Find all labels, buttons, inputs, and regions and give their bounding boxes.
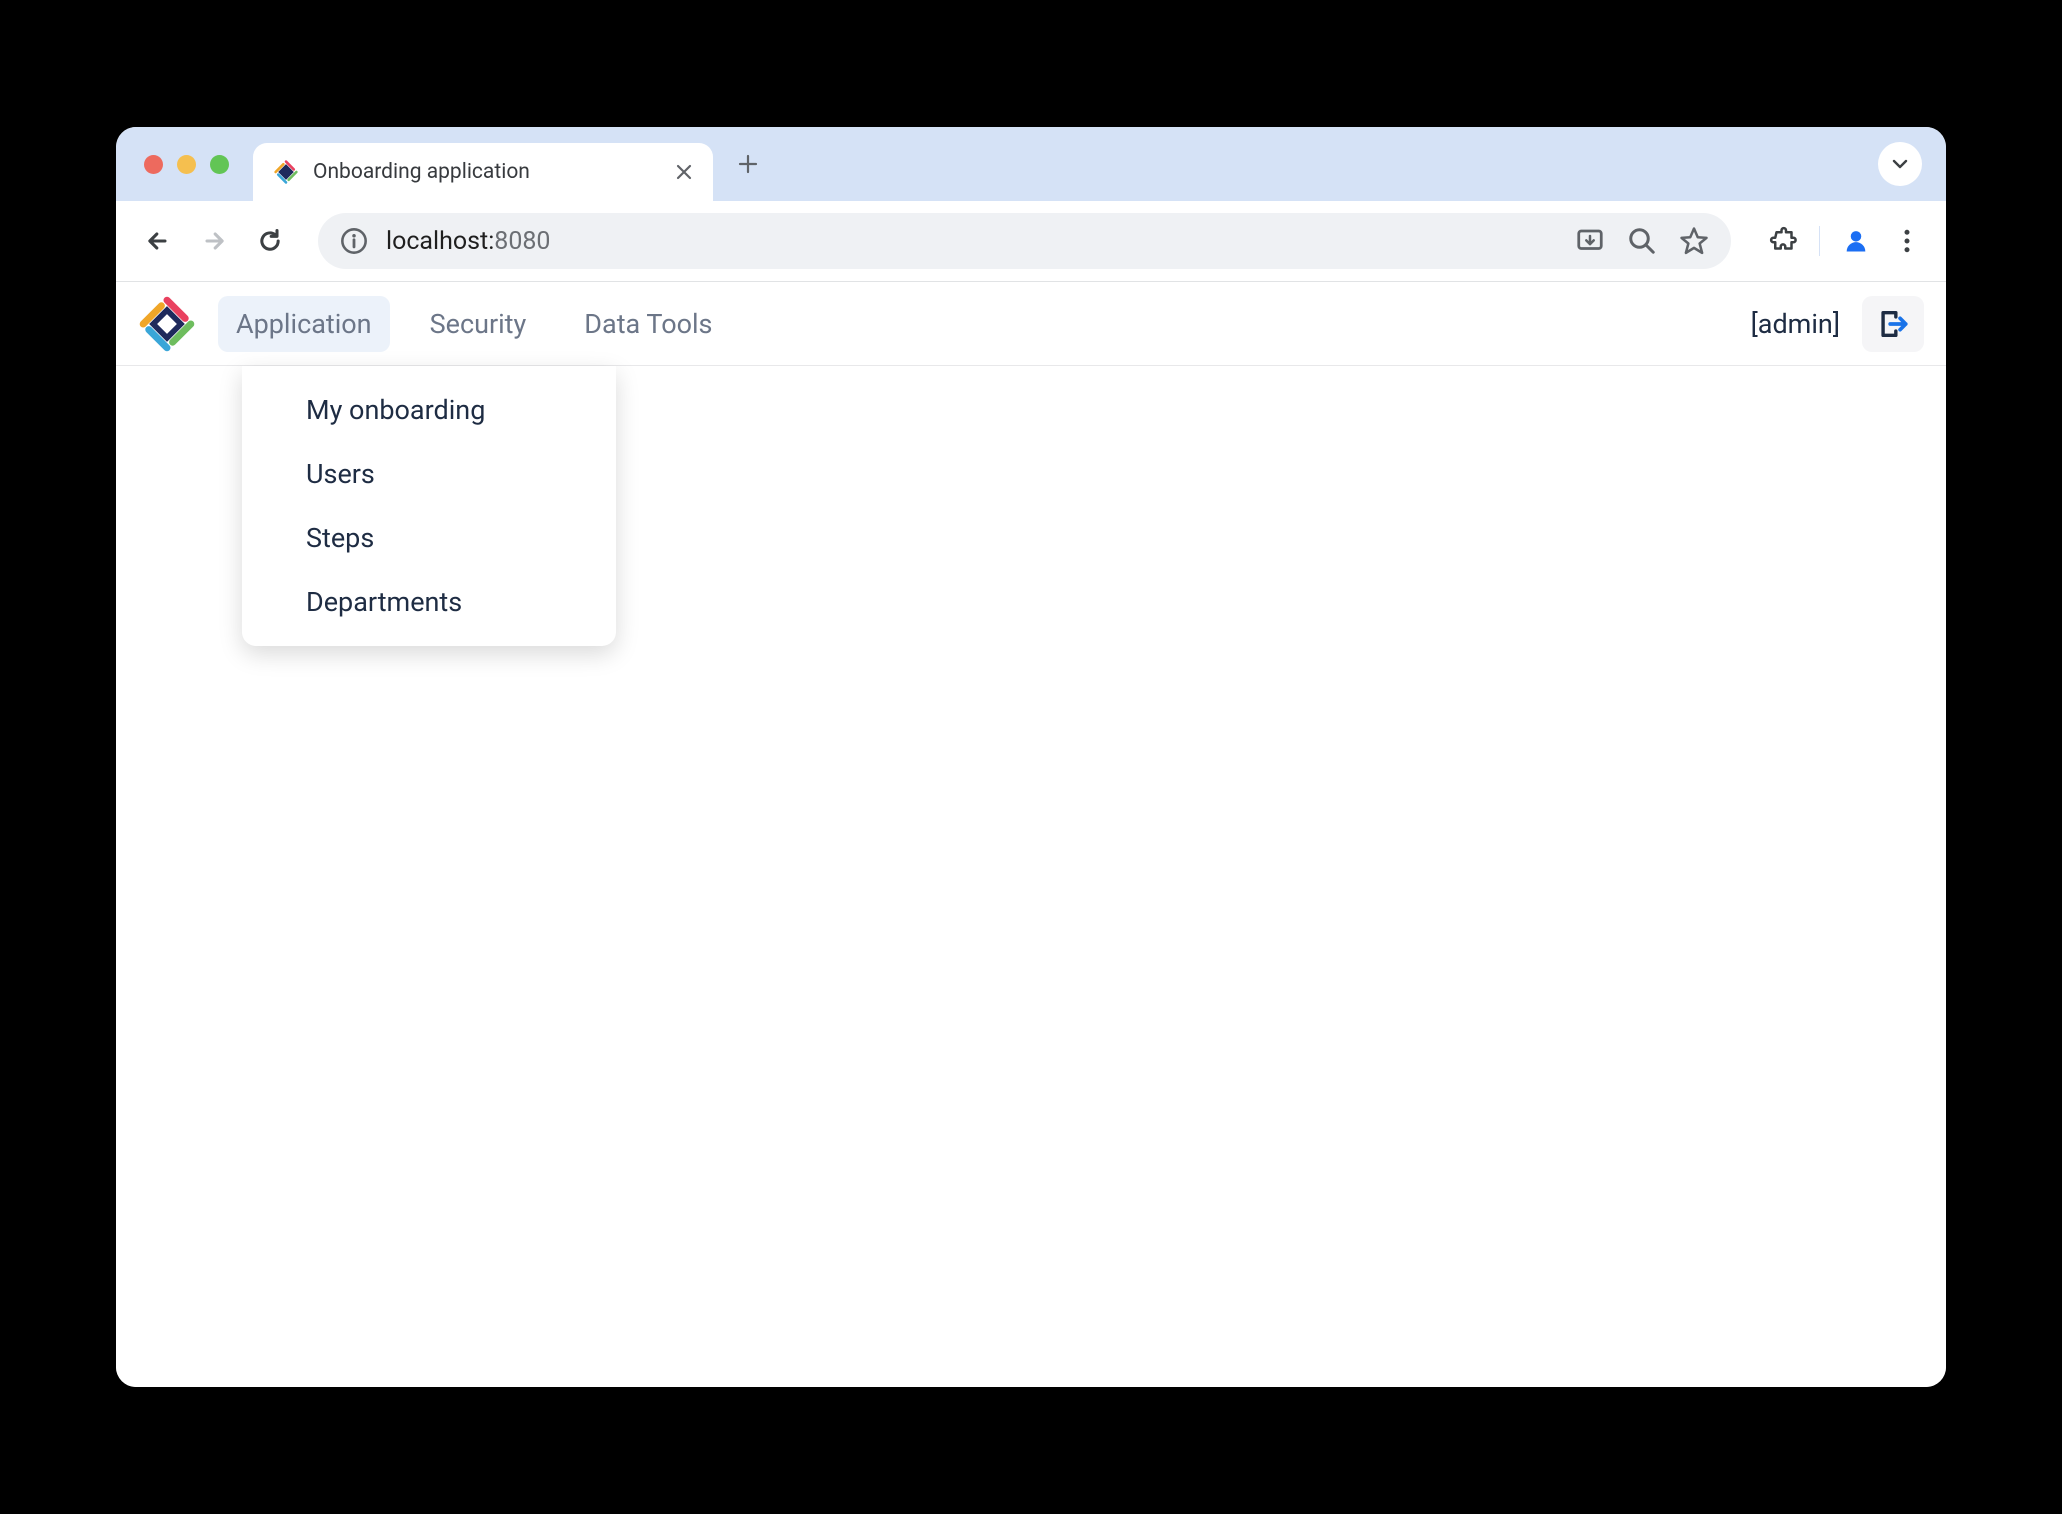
menu-security[interactable]: Security bbox=[412, 296, 545, 352]
browser-menu-button[interactable] bbox=[1892, 226, 1922, 256]
dropdown-steps[interactable]: Steps bbox=[242, 506, 616, 570]
menu-data-tools[interactable]: Data Tools bbox=[566, 296, 730, 352]
url-text: localhost:8080 bbox=[386, 227, 1557, 256]
window-controls bbox=[144, 155, 229, 174]
new-tab-button[interactable] bbox=[727, 143, 769, 185]
install-app-icon[interactable] bbox=[1575, 226, 1605, 256]
browser-window: Onboarding application bbox=[116, 127, 1946, 1387]
application-dropdown: My onboarding Users Steps Departments bbox=[242, 366, 616, 646]
dropdown-departments[interactable]: Departments bbox=[242, 570, 616, 634]
user-label: [admin] bbox=[1751, 308, 1840, 340]
browser-toolbar: localhost:8080 bbox=[116, 201, 1946, 282]
address-bar[interactable]: localhost:8080 bbox=[318, 213, 1731, 269]
toolbar-divider bbox=[1819, 226, 1820, 256]
close-tab-button[interactable] bbox=[671, 159, 697, 185]
back-button[interactable] bbox=[140, 223, 176, 259]
tab-strip: Onboarding application bbox=[116, 127, 1946, 201]
dropdown-users[interactable]: Users bbox=[242, 442, 616, 506]
tabs-dropdown-button[interactable] bbox=[1878, 142, 1922, 186]
extensions-icon[interactable] bbox=[1769, 226, 1799, 256]
menu-application[interactable]: Application bbox=[218, 296, 390, 352]
dropdown-my-onboarding[interactable]: My onboarding bbox=[242, 378, 616, 442]
forward-button[interactable] bbox=[196, 223, 232, 259]
menu-bar: Application Security Data Tools bbox=[218, 296, 1751, 352]
site-info-icon[interactable] bbox=[340, 227, 368, 255]
zoom-icon[interactable] bbox=[1627, 226, 1657, 256]
tab-favicon bbox=[273, 159, 299, 185]
logout-button[interactable] bbox=[1862, 296, 1924, 352]
app-logo[interactable] bbox=[138, 295, 196, 353]
close-window-button[interactable] bbox=[144, 155, 163, 174]
reload-button[interactable] bbox=[252, 223, 288, 259]
maximize-window-button[interactable] bbox=[210, 155, 229, 174]
tab-title: Onboarding application bbox=[313, 160, 657, 184]
bookmark-icon[interactable] bbox=[1679, 226, 1709, 256]
profile-button[interactable] bbox=[1840, 225, 1872, 257]
app-header: Application Security Data Tools [admin] bbox=[116, 282, 1946, 366]
app-content: Application Security Data Tools [admin] … bbox=[116, 282, 1946, 1387]
browser-tab[interactable]: Onboarding application bbox=[253, 143, 713, 201]
minimize-window-button[interactable] bbox=[177, 155, 196, 174]
